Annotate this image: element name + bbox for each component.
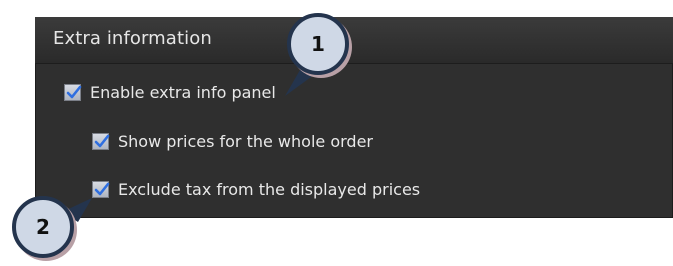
callout-number: 1 bbox=[311, 32, 325, 56]
show-prices-whole-order-label: Show prices for the whole order bbox=[118, 132, 373, 151]
enable-extra-info-checkbox[interactable] bbox=[64, 84, 82, 101]
panel-title: Extra information bbox=[53, 28, 212, 49]
panel-header: Extra information bbox=[35, 17, 673, 64]
exclude-tax-label: Exclude tax from the displayed prices bbox=[118, 180, 421, 199]
show-prices-whole-order-option[interactable]: Show prices for the whole order bbox=[92, 132, 373, 151]
exclude-tax-checkbox[interactable] bbox=[92, 181, 110, 198]
callout-number: 2 bbox=[36, 215, 50, 239]
exclude-tax-option[interactable]: Exclude tax from the displayed prices bbox=[92, 180, 420, 199]
enable-extra-info-option[interactable]: Enable extra info panel bbox=[64, 83, 276, 102]
checkmark-icon bbox=[66, 85, 82, 99]
checkmark-icon bbox=[94, 182, 110, 196]
enable-extra-info-label: Enable extra info panel bbox=[90, 83, 276, 102]
callout-badge-1: 1 bbox=[287, 13, 349, 75]
extra-information-panel: Extra information Enable extra info pane… bbox=[35, 17, 673, 218]
checkmark-icon bbox=[94, 134, 110, 148]
callout-badge-2: 2 bbox=[12, 196, 74, 258]
show-prices-whole-order-checkbox[interactable] bbox=[92, 133, 110, 150]
